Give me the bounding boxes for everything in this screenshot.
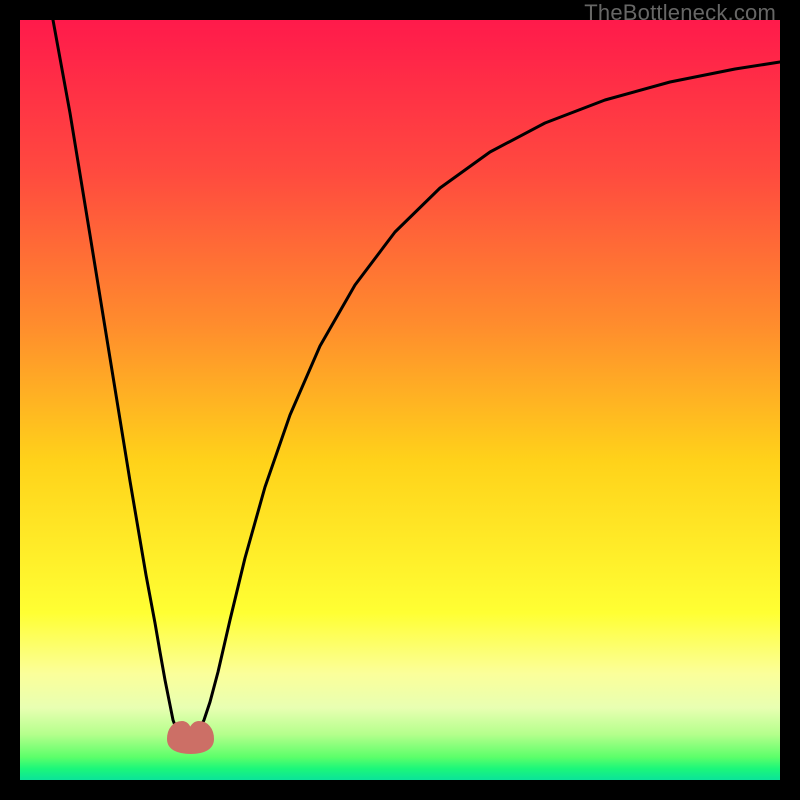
chart-svg [20, 20, 780, 780]
gradient-background [20, 20, 780, 780]
plot-area [20, 20, 780, 780]
chart-frame: TheBottleneck.com [0, 0, 800, 800]
minimum-marker [168, 722, 213, 753]
watermark-text: TheBottleneck.com [584, 0, 776, 26]
